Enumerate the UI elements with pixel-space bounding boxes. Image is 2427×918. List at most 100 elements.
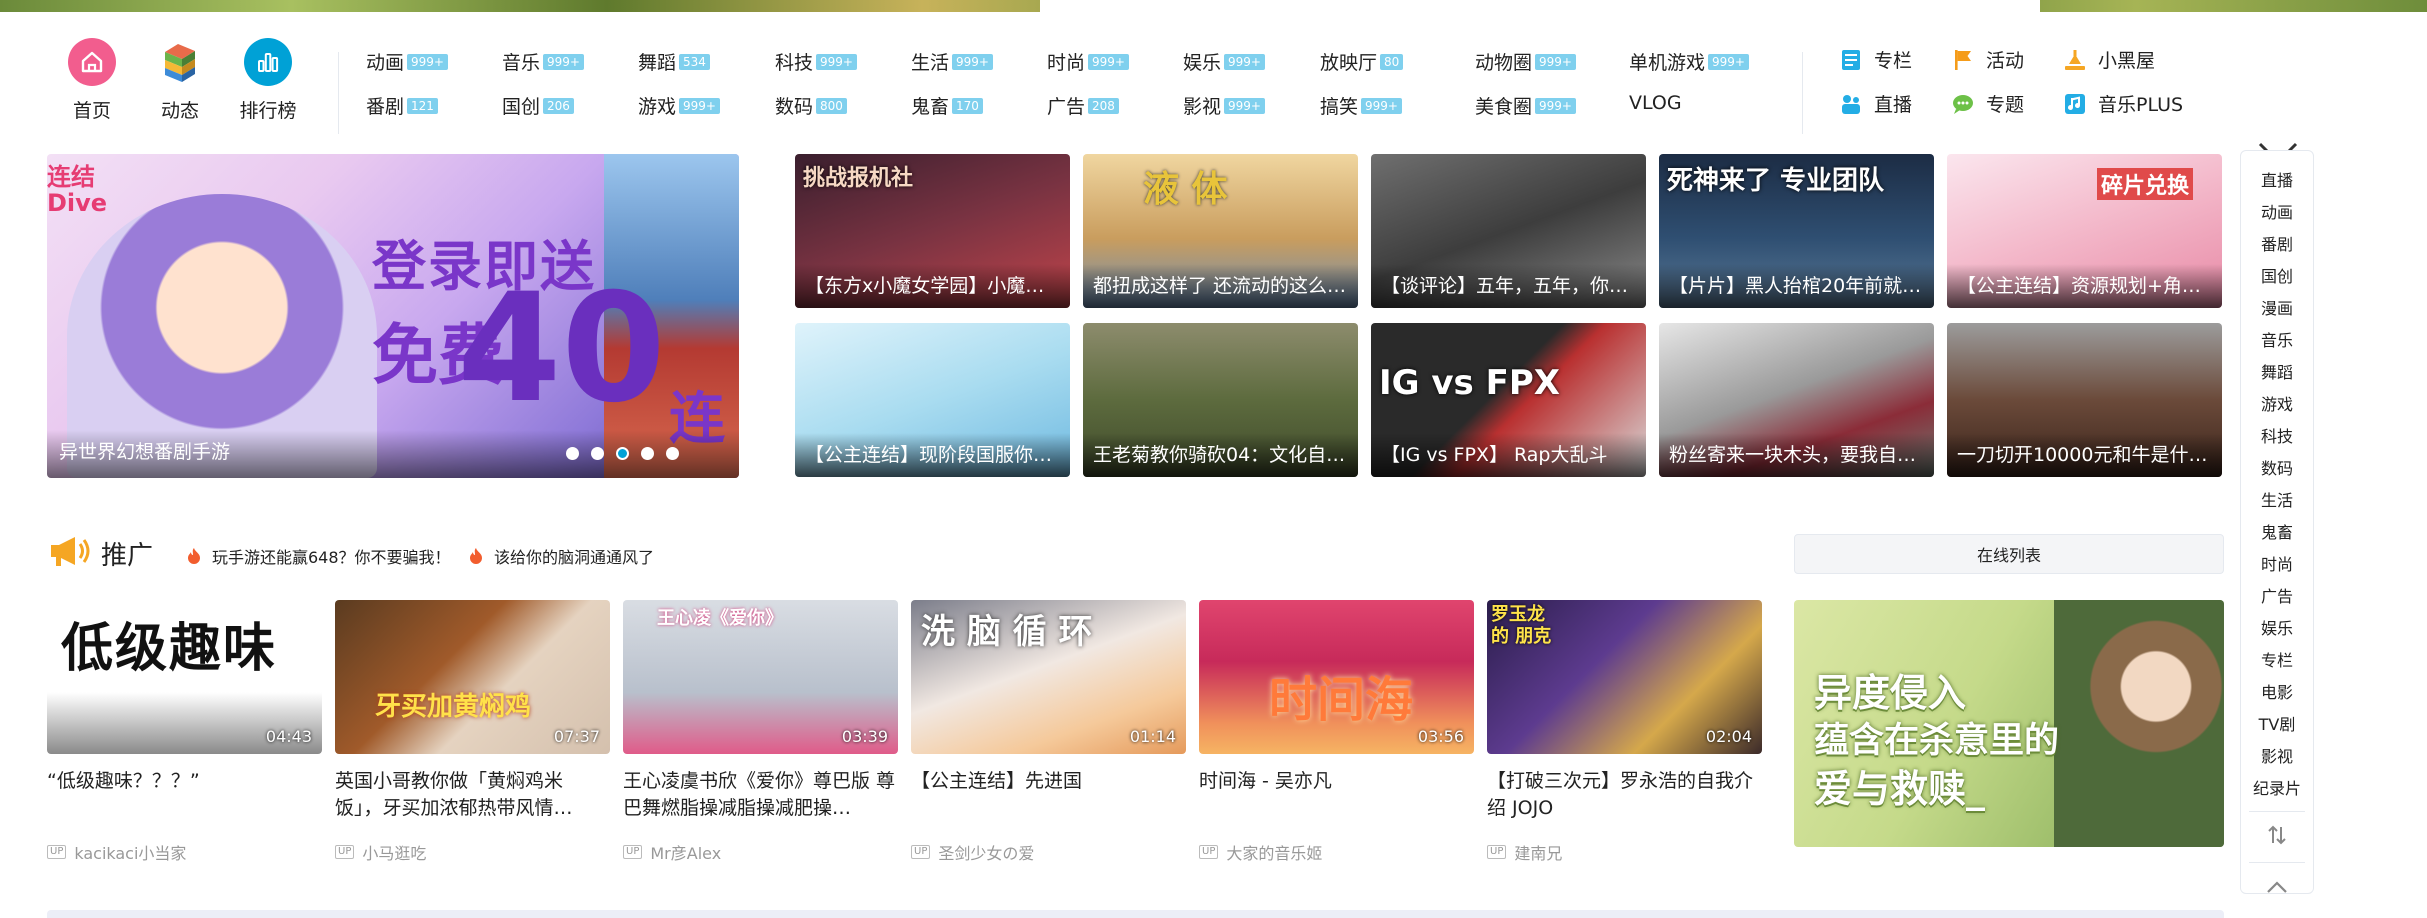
link-music-plus[interactable]: 音乐PLUS xyxy=(2062,90,2183,117)
video-title[interactable]: 【打破三次元】罗永浩的自我介绍 JOJO xyxy=(1487,768,1762,822)
side-nav-item[interactable]: 娱乐 xyxy=(2241,613,2313,645)
video-card[interactable]: 王心凌《爱你》 03:39 王心凌虞书欣《爱你》尊巴版 尊巴舞燃脂操减脂操减肥操… xyxy=(623,600,898,864)
category-tech[interactable]: 科技 999+ xyxy=(775,48,857,75)
featured-title: 【IG vs FPX】 Rap大乱斗 xyxy=(1381,444,1608,466)
category-funny[interactable]: 搞笑 999+ xyxy=(1320,92,1402,119)
featured-video[interactable]: IG vs FPX 【IG vs FPX】 Rap大乱斗 xyxy=(1371,323,1646,477)
category-single-game[interactable]: 单机游戏 999+ xyxy=(1629,48,1749,75)
count-badge: 999+ xyxy=(1224,53,1265,70)
video-thumbnail[interactable]: 牙买加黄焖鸡 07:37 xyxy=(335,600,610,754)
featured-video[interactable]: 粉丝寄来一块木头，要我自… xyxy=(1659,323,1934,477)
video-uploader[interactable]: UP 建南兄 xyxy=(1487,840,1762,864)
side-nav-item[interactable]: 专栏 xyxy=(2241,645,2313,677)
category-cinema[interactable]: 放映厅 80 xyxy=(1320,48,1404,75)
side-nav-item[interactable]: 电影 xyxy=(2241,677,2313,709)
video-card[interactable]: 牙买加黄焖鸡 07:37 英国小哥教你做「黄焖鸡米饭」，牙买加浓郁热带风情… U… xyxy=(335,600,610,864)
video-thumbnail[interactable]: 时间海 03:56 xyxy=(1199,600,1474,754)
video-card[interactable]: 时间海 03:56 时间海 - 吴亦凡 UP 大家的音乐姬 xyxy=(1199,600,1474,864)
carousel-dot[interactable] xyxy=(566,447,579,460)
side-nav-item[interactable]: 舞蹈 xyxy=(2241,357,2313,389)
category-ads[interactable]: 广告 208 xyxy=(1047,92,1119,119)
side-nav-item[interactable]: 直播 xyxy=(2241,165,2313,197)
video-title[interactable]: 英国小哥教你做「黄焖鸡米饭」，牙买加浓郁热带风情… xyxy=(335,768,610,822)
category-bangumi[interactable]: 番剧 121 xyxy=(366,92,438,119)
category-film[interactable]: 影视 999+ xyxy=(1183,92,1265,119)
carousel-dot[interactable] xyxy=(591,447,604,460)
side-nav-item[interactable]: 时尚 xyxy=(2241,549,2313,581)
online-list-button[interactable]: 在线列表 xyxy=(1794,534,2224,574)
music-plus-icon xyxy=(2062,91,2088,117)
featured-video[interactable]: 碎片兑换 【公主连结】资源规划+角… xyxy=(1947,154,2222,308)
video-title[interactable]: “低级趣味？？？” xyxy=(47,768,322,822)
featured-video[interactable]: 王老菊教你骑砍04：文化自… xyxy=(1083,323,1358,477)
video-thumbnail[interactable]: 王心凌《爱你》 03:39 xyxy=(623,600,898,754)
category-guochuang[interactable]: 国创 206 xyxy=(502,92,574,119)
featured-video[interactable]: 【谈评论】五年，五年，你… xyxy=(1371,154,1646,308)
category-digital[interactable]: 数码 800 xyxy=(775,92,847,119)
video-card[interactable]: 罗玉龙的 朋克 02:04 【打破三次元】罗永浩的自我介绍 JOJO UP 建南兄 xyxy=(1487,600,1762,864)
category-food[interactable]: 美食圈 999+ xyxy=(1475,92,1576,119)
side-nav-item[interactable]: 漫画 xyxy=(2241,293,2313,325)
link-live[interactable]: 直播 xyxy=(1838,90,1912,117)
side-nav-item[interactable]: 数码 xyxy=(2241,453,2313,485)
category-animal[interactable]: 动物圈 999+ xyxy=(1475,48,1576,75)
link-blackroom[interactable]: 小黑屋 xyxy=(2062,46,2155,73)
side-nav-item[interactable]: 音乐 xyxy=(2241,325,2313,357)
video-uploader[interactable]: UP 大家的音乐姬 xyxy=(1199,840,1474,864)
carousel-dot[interactable] xyxy=(666,447,679,460)
side-nav-item[interactable]: 番剧 xyxy=(2241,229,2313,261)
video-uploader[interactable]: UP 小马逛吃 xyxy=(335,840,610,864)
featured-video[interactable]: 挑战报机社 【东方x小魔女学园】小魔… xyxy=(795,154,1070,308)
video-thumbnail[interactable]: 罗玉龙的 朋克 02:04 xyxy=(1487,600,1762,754)
category-ent[interactable]: 娱乐 999+ xyxy=(1183,48,1265,75)
featured-video[interactable]: 【公主连结】现阶段国服你… xyxy=(795,323,1070,477)
video-title[interactable]: 【公主连结】先进国 xyxy=(911,768,1186,822)
category-kichiku[interactable]: 鬼畜 170 xyxy=(911,92,983,119)
video-uploader[interactable]: UP Mr彦Alex xyxy=(623,840,898,864)
category-life[interactable]: 生活 999+ xyxy=(911,48,993,75)
video-uploader[interactable]: UP kacikaci小当家 xyxy=(47,840,322,864)
category-dance[interactable]: 舞蹈 534 xyxy=(638,48,710,75)
link-column[interactable]: 专栏 xyxy=(1838,46,1912,73)
link-topic[interactable]: 专题 xyxy=(1950,90,2024,117)
video-card[interactable]: 低级趣味 04:43 “低级趣味？？？” UP kacikaci小当家 xyxy=(47,600,322,864)
category-game[interactable]: 游戏 999+ xyxy=(638,92,720,119)
featured-video[interactable]: 一刀切开10000元和牛是什… xyxy=(1947,323,2222,477)
promo-link[interactable]: 该给你的脑洞通通风了 xyxy=(468,544,654,568)
carousel-dot-active[interactable] xyxy=(616,447,629,460)
video-card[interactable]: 洗 脑 循 环 01:14 【公主连结】先进国 UP 圣剑少女の爱 xyxy=(911,600,1186,864)
featured-title: 粉丝寄来一块木头，要我自… xyxy=(1669,444,1917,466)
side-nav-item[interactable]: 游戏 xyxy=(2241,389,2313,421)
video-uploader[interactable]: UP 圣剑少女の爱 xyxy=(911,840,1186,864)
side-nav-item[interactable]: TV剧 xyxy=(2241,709,2313,741)
quick-nav-home[interactable]: 首页 xyxy=(47,38,137,123)
sort-button[interactable] xyxy=(2241,818,2313,856)
video-title[interactable]: 时间海 - 吴亦凡 xyxy=(1199,768,1474,822)
category-anime[interactable]: 动画 999+ xyxy=(366,48,448,75)
side-nav-item[interactable]: 鬼畜 xyxy=(2241,517,2313,549)
banner-carousel[interactable]: 连结 Dive 登录即送 免费 40 连 异世界幻想番剧手游 xyxy=(47,154,739,478)
carousel-dot[interactable] xyxy=(641,447,654,460)
side-nav-item[interactable]: 国创 xyxy=(2241,261,2313,293)
video-thumbnail[interactable]: 低级趣味 04:43 xyxy=(47,600,322,754)
back-to-top-button[interactable] xyxy=(2241,869,2313,907)
video-title[interactable]: 王心凌虞书欣《爱你》尊巴版 尊巴舞燃脂操减脂操减肥操… xyxy=(623,768,898,822)
promo-ad[interactable]: 异度侵入 蕴含在杀意里的 爱与救赎_ xyxy=(1794,600,2224,847)
count-badge: 999+ xyxy=(1088,53,1129,70)
quick-nav-dynamic[interactable]: 动态 xyxy=(135,38,225,123)
category-vlog[interactable]: VLOG xyxy=(1629,92,1682,114)
link-activity[interactable]: 活动 xyxy=(1950,46,2024,73)
side-nav-item[interactable]: 动画 xyxy=(2241,197,2313,229)
side-nav-item[interactable]: 科技 xyxy=(2241,421,2313,453)
video-thumbnail[interactable]: 洗 脑 循 环 01:14 xyxy=(911,600,1186,754)
quick-nav-ranking[interactable]: 排行榜 xyxy=(223,38,313,123)
side-nav-item[interactable]: 生活 xyxy=(2241,485,2313,517)
category-fashion[interactable]: 时尚 999+ xyxy=(1047,48,1129,75)
side-nav-item[interactable]: 纪录片 xyxy=(2241,773,2313,805)
side-nav-item[interactable]: 影视 xyxy=(2241,741,2313,773)
category-music[interactable]: 音乐 999+ xyxy=(502,48,584,75)
side-nav-item[interactable]: 广告 xyxy=(2241,581,2313,613)
promo-link[interactable]: 玩手游还能赢648？你不要骗我！ xyxy=(186,544,451,568)
featured-video[interactable]: 死神来了 专业团队 【片片】黑人抬棺20年前就… xyxy=(1659,154,1934,308)
featured-video[interactable]: 液 体 都扭成这样了 还流动的这么… xyxy=(1083,154,1358,308)
